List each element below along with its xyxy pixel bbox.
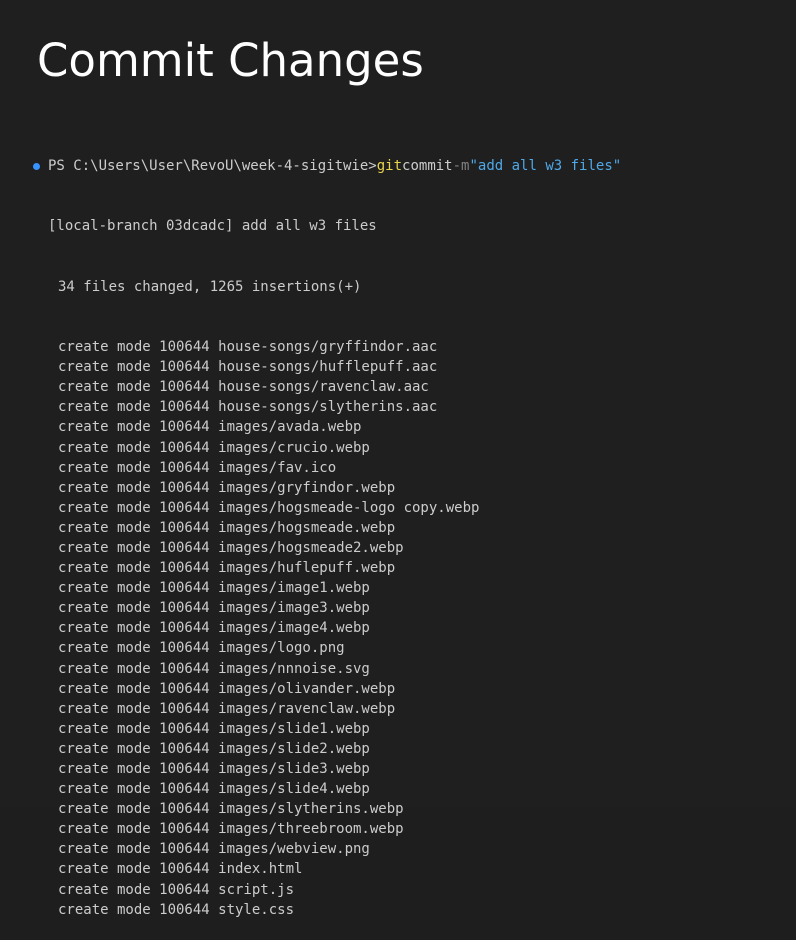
create-mode-line: create mode 100644 images/huflepuff.webp [58, 560, 396, 577]
create-mode-line: create mode 100644 images/webview.png [58, 841, 370, 858]
git-flag: -m [452, 158, 470, 175]
create-mode-line: create mode 100644 images/slide3.webp [58, 761, 370, 777]
page-title: Commit Changes [37, 34, 424, 87]
create-mode-line: create mode 100644 house-songs/gryffindo… [58, 339, 438, 356]
create-mode-line: create mode 100644 house-songs/hufflepuf… [58, 359, 438, 376]
prompt-line: PS C:\Users\User\RevoU\week-4-sigitwie> … [32, 156, 772, 176]
create-mode-line: create mode 100644 images/hogsmeade.webp [58, 519, 396, 536]
create-mode-line: create mode 100644 style.css [58, 901, 295, 918]
create-mode-line: create mode 100644 images/olivander.webp [58, 680, 396, 697]
create-mode-line: create mode 100644 images/crucio.webp [58, 439, 370, 456]
git-command: git [376, 158, 403, 175]
create-mode-line: create mode 100644 house-songs/ravenclaw… [58, 379, 429, 396]
create-mode-line: create mode 100644 images/logo.png [58, 640, 345, 657]
create-mode-line: create mode 100644 images/slytherins.web… [58, 801, 404, 818]
create-mode-line: create mode 100644 images/hogsmeade-logo… [58, 499, 480, 516]
create-mode-line: create mode 100644 images/image4.webp [58, 620, 370, 637]
create-mode-line: create mode 100644 images/threebroom.web… [58, 821, 404, 838]
create-mode-line: create mode 100644 index.html [58, 861, 303, 878]
branch-line: [local-branch 03dcadc] add all w3 files [48, 218, 377, 235]
prompt-status-dot-icon [33, 162, 40, 170]
create-mode-line: create mode 100644 images/ravenclaw.webp [58, 700, 396, 717]
terminal-output[interactable]: PS C:\Users\User\RevoU\week-4-sigitwie> … [32, 116, 772, 940]
prompt-path: PS C:\Users\User\RevoU\week-4-sigitwie> [48, 158, 377, 175]
create-mode-line: create mode 100644 images/nnnoise.svg [58, 660, 370, 677]
summary-line: 34 files changed, 1265 insertions(+) [58, 278, 362, 295]
create-mode-line: create mode 100644 images/image1.webp [58, 580, 370, 597]
create-lines-list: create mode 100644 house-songs/gryffindo… [32, 337, 772, 920]
create-mode-line: create mode 100644 images/slide1.webp [58, 720, 370, 737]
create-mode-line: create mode 100644 images/hogsmeade2.web… [58, 539, 404, 556]
create-mode-line: create mode 100644 images/gryfindor.webp [58, 479, 396, 496]
create-mode-line: create mode 100644 images/fav.ico [58, 459, 337, 476]
commit-message: "add all w3 files" [469, 158, 622, 175]
create-mode-line: create mode 100644 images/avada.webp [58, 419, 362, 436]
create-mode-line: create mode 100644 house-songs/slytherin… [58, 399, 438, 416]
git-subcommand: commit [402, 158, 453, 175]
create-mode-line: create mode 100644 images/slide2.webp [58, 740, 370, 757]
create-mode-line: create mode 100644 images/image3.webp [58, 600, 370, 617]
create-mode-line: create mode 100644 script.js [58, 881, 295, 898]
create-mode-line: create mode 100644 images/slide4.webp [58, 781, 370, 798]
